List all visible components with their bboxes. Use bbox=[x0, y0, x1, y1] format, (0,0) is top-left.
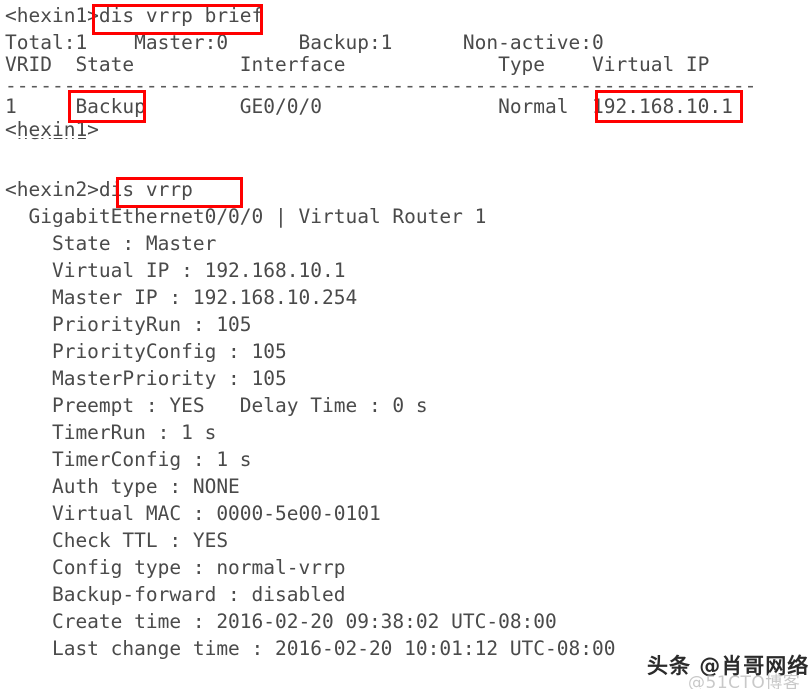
clipped-prompt-text: <hexin1> bbox=[5, 138, 205, 146]
command-line-dis-vrrp: <hexin2>dis vrrp bbox=[5, 178, 193, 201]
vrrp-detail-create-time: Create time : 2016-02-20 09:38:02 UTC-08… bbox=[5, 610, 557, 633]
command-line-dis-vrrp-brief: <hexin1>dis vrrp brief bbox=[5, 4, 264, 27]
vrrp-detail-check-ttl: Check TTL : YES bbox=[5, 529, 229, 552]
vrrp-detail-last-change-time: Last change time : 2016-02-20 10:01:12 U… bbox=[5, 637, 616, 660]
vrrp-detail-priority-run: PriorityRun : 105 bbox=[5, 313, 252, 336]
vrrp-brief-table-row: 1 Backup GE0/0/0 Normal 192.168.10.1 bbox=[5, 95, 733, 118]
terminal-screenshot: <hexin1>dis vrrp brief Total:1 Master:0 … bbox=[0, 0, 809, 689]
vrrp-detail-priority-config: PriorityConfig : 105 bbox=[5, 340, 287, 363]
watermark-secondary: @51CTO博客 bbox=[688, 673, 801, 689]
vrrp-detail-backup-forward: Backup-forward : disabled bbox=[5, 583, 346, 606]
vrrp-detail-timer-config: TimerConfig : 1 s bbox=[5, 448, 252, 471]
vrrp-detail-interface: GigabitEthernet0/0/0 | Virtual Router 1 bbox=[5, 205, 487, 228]
clipped-prompt-sliver: <hexin1> bbox=[5, 138, 205, 146]
vrrp-detail-master-ip: Master IP : 192.168.10.254 bbox=[5, 286, 358, 309]
vrrp-detail-auth-type: Auth type : NONE bbox=[5, 475, 240, 498]
vrrp-detail-virtual-mac: Virtual MAC : 0000-5e00-0101 bbox=[5, 502, 381, 525]
vrrp-detail-virtual-ip: Virtual IP : 192.168.10.1 bbox=[5, 259, 346, 282]
vrrp-detail-timer-run: TimerRun : 1 s bbox=[5, 421, 217, 444]
vrrp-detail-config-type: Config type : normal-vrrp bbox=[5, 556, 346, 579]
vrrp-detail-state: State : Master bbox=[5, 232, 217, 255]
vrrp-detail-preempt: Preempt : YES Delay Time : 0 s bbox=[5, 394, 428, 417]
vrrp-detail-master-priority: MasterPriority : 105 bbox=[5, 367, 287, 390]
